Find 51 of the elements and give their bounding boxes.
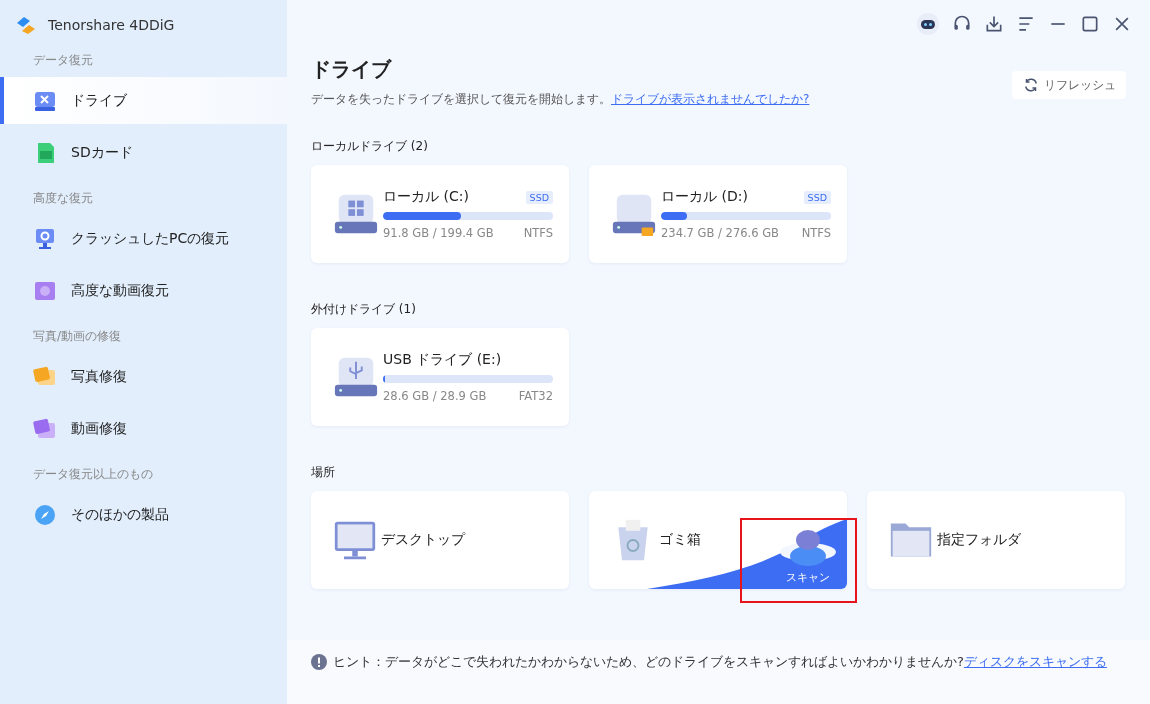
drive-usage: 91.8 GB / 199.4 GB [383, 226, 494, 240]
sidebar-item[interactable]: ドライブ [0, 77, 287, 124]
section-heading: 外付けドライブ (1) [311, 301, 417, 318]
drive-type-badge: SSD [525, 190, 553, 204]
page-subtitle: データを失ったドライブを選択して復元を開始します。 [311, 92, 611, 106]
drive-usage: 234.7 GB / 276.6 GB [661, 226, 779, 240]
location-card[interactable]: 指定フォルダ [867, 491, 1125, 589]
drive-card[interactable]: USB ドライブ (E:) 28.6 GB / 28.9 GB FAT32 [311, 328, 569, 426]
compass-icon [33, 502, 57, 527]
location-card[interactable]: デスクトップ [311, 491, 569, 589]
help-link[interactable]: ドライブが表示されませんでしたか? [611, 92, 810, 106]
info-icon [311, 654, 327, 670]
section-heading: 場所 [311, 464, 336, 481]
file-system: FAT32 [518, 389, 553, 403]
section-heading: ローカルドライブ (2) [311, 138, 429, 155]
drive-name: USB ドライブ (E:) [383, 351, 502, 369]
sidebar-section-heading: 写真/動画の修復 [32, 328, 123, 345]
app-name: Tenorshare 4DDiG [48, 17, 175, 33]
sidebar-section-heading: データ復元以上のもの [32, 466, 154, 483]
scan-disk-link[interactable]: ディスクをスキャンする [963, 654, 1107, 669]
drive-type-badge: SSD [803, 190, 831, 204]
location-name: 指定フォルダ [937, 531, 1021, 549]
drive-card[interactable]: ローカル (C:) SSD 91.8 GB / 199.4 GB NTFS [311, 165, 569, 263]
sidebar-item[interactable]: 写真修復 [0, 353, 287, 400]
drive-usage: 28.6 GB / 28.9 GB [383, 389, 487, 403]
file-system: NTFS [523, 226, 553, 240]
download-icon[interactable] [984, 14, 1004, 34]
sidebar-item[interactable]: 高度な動画復元 [0, 267, 287, 314]
drive-name: ローカル (C:) [383, 188, 469, 206]
hint-text: ヒント：データがどこで失われたかわからないため、どのドライブをスキャンすればよいかわかりませんか?ディスクをスキャンする [333, 653, 1107, 671]
film-icon [33, 416, 57, 441]
sidebar-item[interactable]: SDカード [0, 129, 287, 176]
maximize-icon[interactable] [1080, 14, 1100, 34]
file-system: NTFS [801, 226, 831, 240]
scan-button[interactable]: スキャン [777, 526, 839, 585]
robot-icon[interactable] [916, 12, 940, 36]
monitor-icon [33, 226, 57, 251]
sidebar-item[interactable]: そのほかの製品 [0, 491, 287, 538]
location-card[interactable]: ゴミ箱 スキャン [589, 491, 847, 589]
location-name: ゴミ箱 [659, 531, 701, 549]
refresh-button[interactable]: リフレッシュ [1012, 71, 1126, 99]
sidebar-item[interactable]: クラッシュしたPCの復元 [0, 215, 287, 262]
refresh-icon [1022, 76, 1040, 94]
sidebar-section-heading: データ復元 [32, 52, 94, 69]
menu-icon[interactable] [1016, 14, 1036, 34]
sidebar-section-heading: 高度な復元 [32, 190, 94, 207]
drive-card[interactable]: ローカル (D:) SSD 234.7 GB / 276.6 GB NTFS [589, 165, 847, 263]
sidebar-item[interactable]: 動画修復 [0, 405, 287, 452]
location-name: デスクトップ [381, 531, 465, 549]
page-title: ドライブ [311, 56, 393, 83]
drive-name: ローカル (D:) [661, 188, 748, 206]
